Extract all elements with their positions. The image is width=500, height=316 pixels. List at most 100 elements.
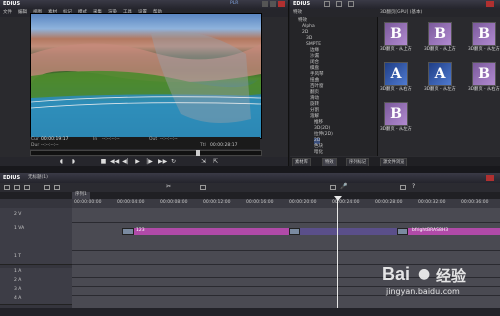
search-icon[interactable] — [348, 1, 354, 7]
effect-thumbnail[interactable]: B — [384, 22, 408, 46]
maximize-button[interactable] — [270, 1, 276, 7]
effect-label: 3D翻页 - 从右方 — [380, 87, 412, 92]
step-back-icon[interactable]: ◀| — [122, 159, 129, 165]
timeline-close-button[interactable] — [486, 175, 494, 181]
transition-region[interactable] — [290, 228, 400, 235]
bin-toolbar: 特效 3D翻页[GPU] (基本) — [290, 9, 500, 17]
timeline-toolbar: ✂ 🎤 ? — [0, 183, 500, 192]
track-label: 3 A — [14, 287, 22, 292]
ruler-tick-label: 00:00:00:00 — [74, 200, 102, 205]
sequence-tab-bar: 序列1 — [0, 192, 500, 199]
menu-edit[interactable]: 编辑 — [18, 10, 27, 16]
folder-icon[interactable] — [324, 1, 330, 7]
track-label: 1 T — [14, 254, 22, 259]
ruler-tick-label: 00:00:28:00 — [375, 200, 403, 205]
tab-sequence1[interactable]: 序列1 — [72, 192, 90, 199]
ruler-tick-label: 00:00:16:00 — [246, 200, 274, 205]
ttl-label: Ttl — [200, 143, 206, 148]
loop-icon[interactable]: ↻ — [170, 159, 177, 165]
ripple-icon[interactable] — [200, 185, 206, 190]
timecode-bar: Cur 00:00:19:17 In --:--:--:-- Out --:--… — [30, 137, 260, 149]
track-header[interactable]: 1 VA — [0, 222, 72, 251]
folder-up-icon[interactable] — [336, 1, 342, 7]
effect-label: 3D翻页 - 从左方 — [380, 127, 412, 132]
effect-label: 3D翻页 - 从左方 — [424, 87, 456, 92]
playhead-handle[interactable] — [334, 196, 342, 201]
redo-icon[interactable] — [54, 185, 60, 190]
window-gap — [0, 166, 500, 173]
cut-icon[interactable]: ✂ — [166, 184, 171, 190]
track-label: 2 A — [14, 278, 22, 283]
insert-icon[interactable]: ⇲ — [200, 159, 207, 165]
ruler-tick-label: 00:00:04:00 — [117, 200, 145, 205]
effects-folder-label: 3D翻页[GPU] (基本) — [380, 10, 423, 15]
slider-handle[interactable] — [196, 150, 200, 156]
in-label: In — [93, 137, 98, 142]
play-icon[interactable]: ▶ — [134, 159, 141, 165]
fast-forward-icon[interactable]: ▶▶ — [158, 159, 167, 165]
bin-title-bar: EDIUS — [290, 0, 500, 9]
menu-file[interactable]: 文件 — [3, 10, 12, 16]
clip-thumbnail[interactable] — [397, 228, 408, 235]
player-title-bar: EDIUS PLR — [0, 0, 288, 9]
ruler-tick-label: 00:00:32:00 — [418, 200, 446, 205]
effect-thumbnail[interactable]: A — [428, 62, 452, 86]
dur-label: Dur — [31, 143, 40, 148]
rewind-icon[interactable]: ◀◀ — [110, 159, 119, 165]
playhead[interactable] — [337, 196, 338, 308]
track-label: 1 A — [14, 269, 22, 274]
effect-thumbnail[interactable]: B — [428, 22, 452, 46]
effect-thumbnail[interactable]: B — [472, 62, 496, 86]
timeline-app-title: EDIUS — [3, 175, 21, 181]
effect-label: 3D翻页 - 从上方 — [424, 47, 456, 52]
preview-monitor[interactable] — [30, 13, 262, 139]
track-header[interactable]: 2 V — [0, 208, 72, 223]
new-sequence-icon[interactable] — [4, 185, 10, 190]
track-header[interactable]: 1 T — [0, 250, 72, 265]
status-bar — [0, 308, 500, 316]
snap-icon[interactable] — [330, 185, 336, 190]
watermark-url: jingyan.baidu.com — [386, 287, 460, 296]
clip-name: bfrightBRAS8H3 — [412, 228, 449, 233]
out-label: Out — [149, 137, 158, 142]
ruler-tick-label: 00:00:12:00 — [203, 200, 231, 205]
effect-label: 3D翻页 - 从左方 — [468, 47, 500, 52]
effects-tree: 特效 Alpha 2D 3D SMPTE 边缘 沙漏 闭合 棋盘 手风琴 扭曲 … — [290, 17, 378, 156]
track-label: 4 A — [14, 296, 22, 301]
ruler-tick-label: 00:00:08:00 — [160, 200, 188, 205]
timeline-title-bar: EDIUS 无标题(1) — [0, 173, 500, 183]
effect-thumbnail[interactable]: A — [384, 62, 408, 86]
project-name: 无标题(1) — [28, 175, 48, 180]
set-out-icon[interactable]: ◗ — [70, 159, 77, 165]
bin-close-button[interactable] — [486, 1, 494, 7]
position-slider[interactable] — [30, 150, 262, 156]
stop-icon[interactable]: ■ — [100, 159, 107, 165]
track-divider — [72, 222, 500, 223]
render-icon[interactable] — [400, 185, 406, 190]
overwrite-icon[interactable]: ⇱ — [212, 159, 219, 165]
track-header[interactable]: 4 A — [0, 295, 72, 305]
ruler-tick-label: 00:00:36:00 — [461, 200, 489, 205]
step-forward-icon[interactable]: |▶ — [146, 159, 153, 165]
effect-label: 3D翻页 - 从上方 — [380, 47, 412, 52]
undo-icon[interactable] — [44, 185, 50, 190]
watermark: Bai ● 经验 jingyan.baidu.com — [378, 262, 498, 302]
help-icon[interactable]: ? — [412, 184, 415, 190]
save-icon[interactable] — [24, 185, 30, 190]
in-timecode: --:--:--:-- — [102, 137, 120, 142]
tree-item[interactable]: 暗化 — [314, 150, 323, 156]
set-in-icon[interactable]: ◖ — [58, 159, 65, 165]
microphone-icon[interactable]: 🎤 — [340, 184, 347, 190]
minimize-button[interactable] — [262, 1, 268, 7]
clip-thumbnail[interactable] — [122, 228, 134, 235]
open-icon[interactable] — [14, 185, 20, 190]
dur-timecode: --:--:--:-- — [41, 143, 59, 148]
watermark-brand-suffix: 经验 — [436, 267, 467, 285]
track-label: 2 V — [14, 212, 22, 217]
ttl-timecode: 00:00:28:17 — [210, 143, 238, 148]
clip-name: 123 — [136, 228, 145, 233]
clip-thumbnail[interactable] — [289, 228, 300, 235]
effect-thumbnail[interactable]: B — [384, 102, 408, 126]
effect-thumbnail[interactable]: B — [472, 22, 496, 46]
close-button[interactable] — [278, 1, 285, 7]
